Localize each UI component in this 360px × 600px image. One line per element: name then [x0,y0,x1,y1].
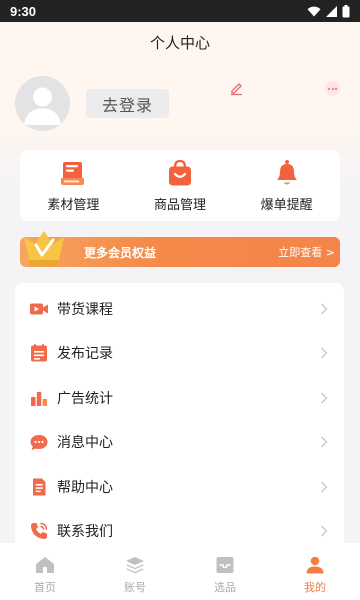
status-icons [307,4,350,18]
menu-item-label: 广告统计 [57,391,113,407]
home-icon [36,557,54,573]
quick-action-material[interactable]: 素材管理 [23,150,123,213]
menu-item-help[interactable]: 帮助中心 [15,467,344,507]
chevron-right-icon [321,481,328,493]
menu-item-courses[interactable]: 带货课程 [15,289,344,329]
chat-bubble-icon [29,432,49,452]
cellular-signal-icon [326,5,337,17]
battery-icon [342,4,350,17]
vip-view-now-link[interactable]: 立即查看 > [278,244,335,260]
tab-label: 我的 [304,581,326,594]
pencil-icon[interactable] [229,80,245,96]
wifi-icon [307,6,321,16]
quick-action-label: 商品管理 [153,198,206,213]
tray-icon [216,557,234,573]
chevron-right-icon [321,392,328,404]
tab-label: 账号 [124,581,146,594]
quick-action-products[interactable]: 商品管理 [130,150,230,213]
menu-item-messages[interactable]: 消息中心 [15,422,344,462]
status-bar: 9:30 [0,0,360,22]
bottom-tab-bar: 首页 账号 选品 我的 [0,543,360,600]
avatar[interactable] [15,76,70,131]
quick-action-label: 爆单提醒 [260,198,313,213]
chevron-right-icon [321,436,328,448]
quick-action-label: 素材管理 [47,198,100,213]
menu-item-label: 联系我们 [57,524,113,540]
quick-actions-card: 素材管理 商品管理 爆单提醒 [20,150,340,221]
calendar-record-icon [29,343,49,363]
more-dots-icon[interactable] [325,81,340,96]
status-time: 9:30 [10,3,37,19]
tab-selection[interactable]: 选品 [185,543,265,600]
tab-mine[interactable]: 我的 [275,543,355,600]
layers-icon [126,557,144,574]
phone-icon [29,521,49,541]
document-icon [29,477,49,497]
tab-label: 首页 [34,581,56,594]
bell-icon [276,160,297,185]
menu-item-label: 发布记录 [57,346,113,362]
video-course-icon [29,299,49,319]
menu-item-ad-stats[interactable]: 广告统计 [15,378,344,418]
menu-item-publish-records[interactable]: 发布记录 [15,333,344,373]
vip-banner-text: 更多会员权益 [84,246,157,260]
chevron-right-icon [321,525,328,537]
menu-card: 带货课程 发布记录 广告统计 消息中心 帮助中心 联系我们 [15,283,344,553]
material-book-icon [61,162,85,185]
menu-item-label: 消息中心 [57,435,113,451]
menu-item-label: 带货课程 [57,302,113,318]
shopping-bag-icon [168,159,191,186]
chevron-right-icon [321,303,328,315]
tab-home[interactable]: 首页 [5,543,85,600]
chevron-right-icon [321,347,328,359]
user-icon [306,556,324,574]
default-avatar-icon [24,87,61,125]
tab-account[interactable]: 账号 [95,543,175,600]
bar-chart-icon [29,388,49,408]
menu-item-label: 帮助中心 [57,480,113,496]
tab-label: 选品 [214,581,236,594]
crown-badge-icon [24,231,64,266]
login-button[interactable]: 去登录 [86,89,169,118]
quick-action-alerts[interactable]: 爆单提醒 [237,150,337,213]
page-title: 个人中心 [149,33,210,52]
